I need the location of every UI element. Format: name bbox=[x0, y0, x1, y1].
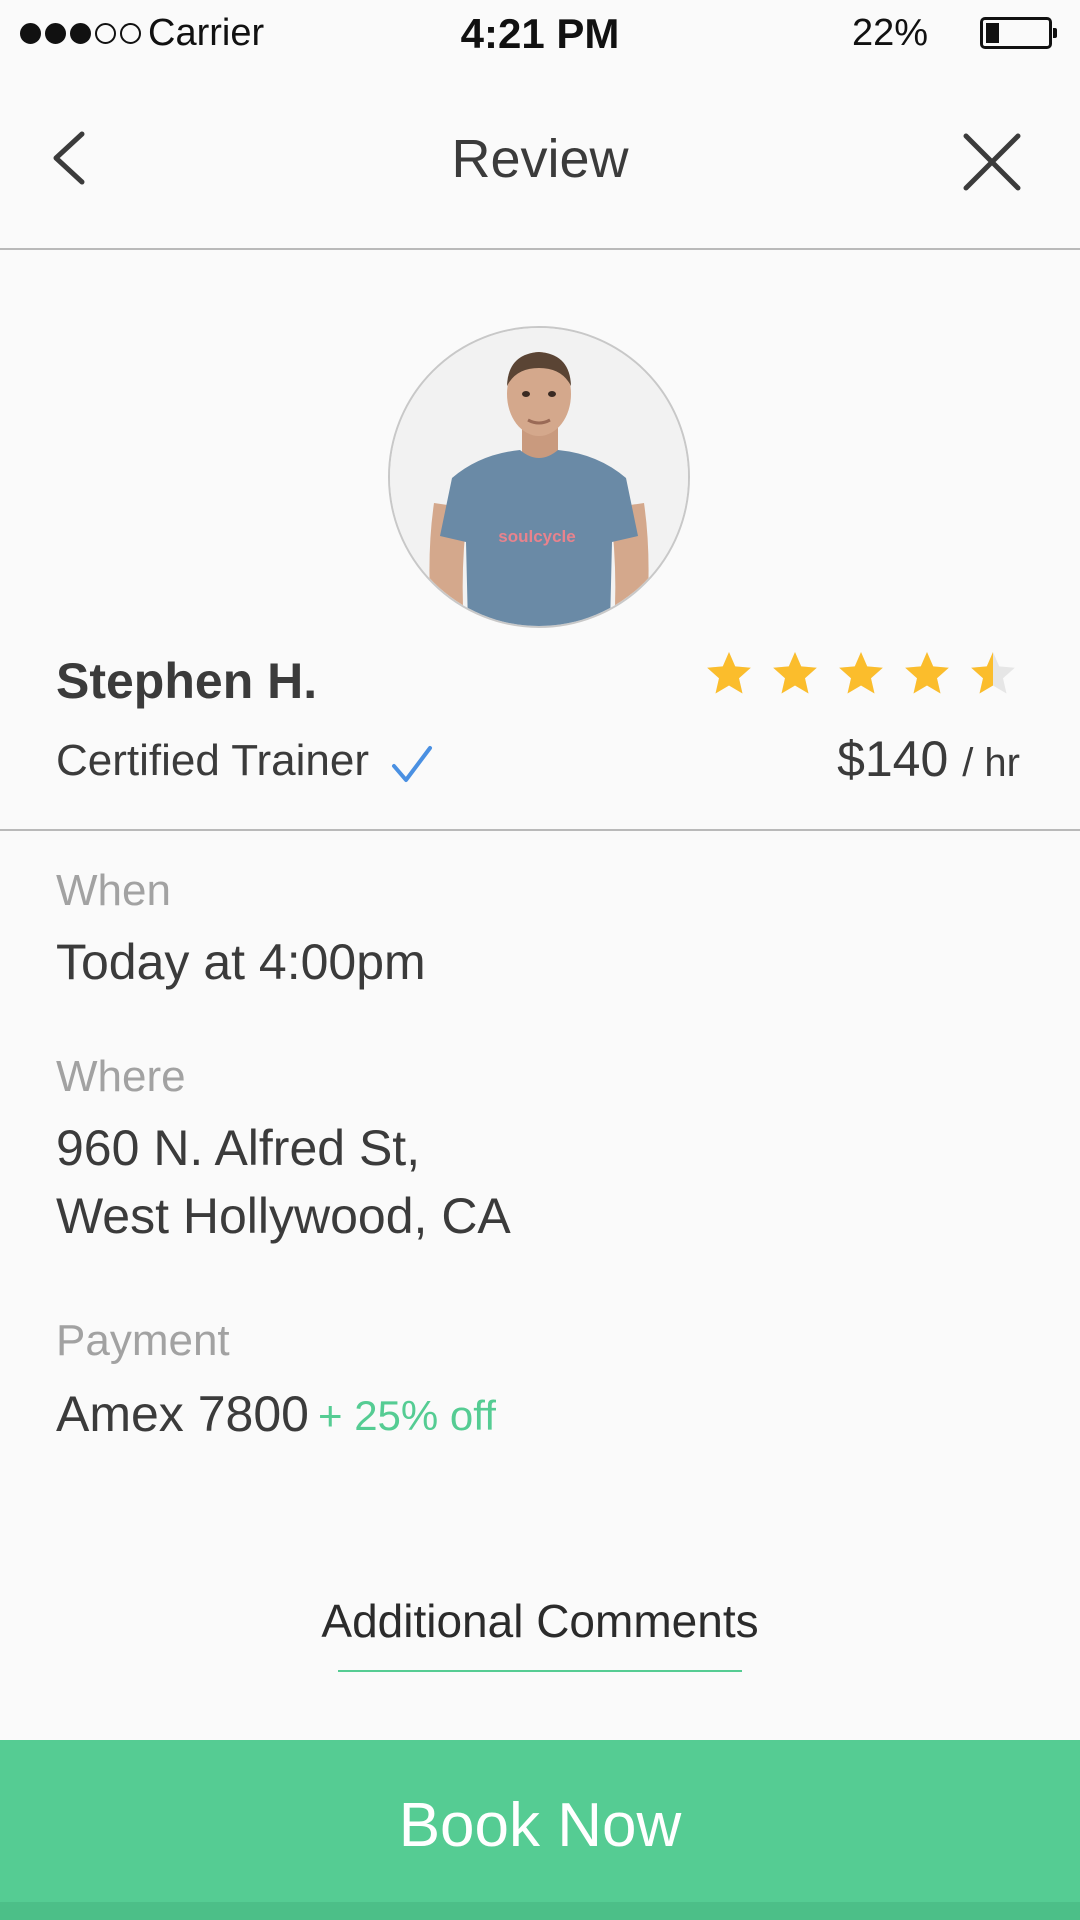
close-icon bbox=[963, 133, 1021, 191]
star-icon bbox=[971, 652, 1015, 694]
status-bar: Carrier 4:21 PM 22% bbox=[0, 0, 1080, 68]
where-address-line1[interactable]: 960 N. Alfred St, bbox=[56, 1114, 420, 1182]
star-icon bbox=[707, 652, 751, 694]
when-value[interactable]: Today at 4:00pm bbox=[56, 928, 426, 996]
payment-label: Payment bbox=[56, 1316, 230, 1365]
star-icon bbox=[905, 652, 949, 694]
trainer-photo: soulcycle bbox=[390, 328, 688, 626]
battery-percent: 22% bbox=[851, 12, 928, 54]
trainer-title: Certified Trainer bbox=[56, 736, 370, 785]
price-unit: / hr bbox=[962, 741, 1020, 785]
comments-underline bbox=[338, 1670, 742, 1672]
where-label: Where bbox=[56, 1052, 186, 1101]
rating-stars bbox=[706, 650, 1016, 696]
star-icon bbox=[773, 652, 817, 694]
review-screen: Carrier 4:21 PM 22% Review soulcycle Ste… bbox=[0, 0, 1080, 1920]
book-now-button[interactable]: Book Now bbox=[0, 1740, 1080, 1920]
price-amount: $140 bbox=[837, 731, 949, 787]
checkmark-icon bbox=[392, 746, 432, 782]
payment-value[interactable]: Amex 7800 bbox=[56, 1380, 309, 1448]
additional-comments-link[interactable]: Additional Comments bbox=[0, 1594, 1080, 1648]
discount-badge: + 25% off bbox=[318, 1392, 496, 1439]
close-button[interactable] bbox=[960, 130, 1024, 194]
page-title: Review bbox=[451, 129, 629, 189]
nav-bar: Review bbox=[0, 68, 1080, 250]
when-label: When bbox=[56, 866, 171, 915]
section-divider bbox=[0, 829, 1080, 831]
trainer-avatar: soulcycle bbox=[388, 326, 690, 628]
star-icon bbox=[839, 652, 883, 694]
battery-icon bbox=[980, 17, 1057, 49]
shirt-logo-text: soulcycle bbox=[498, 527, 576, 546]
trainer-price: $140 / hr bbox=[837, 730, 1020, 788]
battery-level bbox=[986, 23, 999, 43]
where-address-line2[interactable]: West Hollywood, CA bbox=[56, 1182, 511, 1250]
trainer-name: Stephen H. bbox=[56, 653, 318, 709]
